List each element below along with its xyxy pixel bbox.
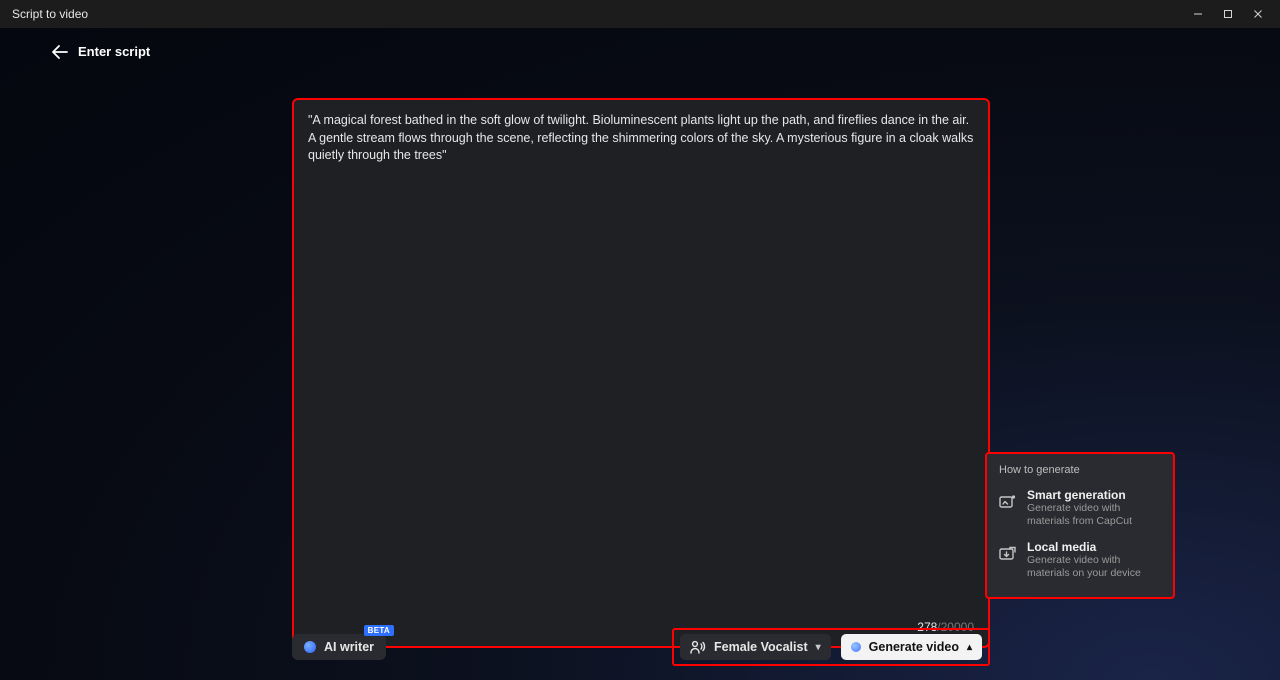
ai-writer-button[interactable]: AI writer BETA [292, 634, 386, 660]
back-label: Enter script [78, 44, 150, 59]
content-area: Enter script "A magical forest bathed in… [0, 28, 1280, 680]
option-local-media[interactable]: Local media Generate video with material… [987, 534, 1173, 586]
chevron-up-icon: ▴ [967, 642, 972, 653]
back-button[interactable]: Enter script [52, 44, 150, 59]
titlebar: Script to video [0, 0, 1280, 28]
close-button[interactable] [1244, 4, 1272, 24]
option-desc: Generate video with materials on your de… [1027, 554, 1161, 580]
beta-badge: BETA [364, 625, 394, 636]
person-voice-icon [690, 640, 706, 654]
ai-writer-label: AI writer [324, 640, 374, 654]
script-textarea[interactable]: "A magical forest bathed in the soft glo… [292, 98, 990, 648]
local-media-icon [999, 540, 1017, 568]
window-title: Script to video [12, 7, 88, 21]
generate-options-popup: How to generate Smart generation Generat… [985, 452, 1175, 599]
smart-generation-icon [999, 488, 1017, 516]
maximize-button[interactable] [1214, 4, 1242, 24]
voice-select[interactable]: Female Vocalist ▾ [680, 634, 831, 660]
arrow-left-icon [52, 45, 68, 59]
sparkle-icon [304, 641, 316, 653]
script-text: "A magical forest bathed in the soft glo… [308, 112, 974, 165]
option-desc: Generate video with materials from CapCu… [1027, 502, 1161, 528]
spark-icon [851, 642, 861, 652]
chevron-down-icon: ▾ [816, 642, 821, 653]
generate-controls: Female Vocalist ▾ Generate video ▴ [672, 628, 990, 666]
minimize-button[interactable] [1184, 4, 1212, 24]
option-smart-generation[interactable]: Smart generation Generate video with mat… [987, 482, 1173, 534]
bottom-toolbar: AI writer BETA Female Vocalist ▾ Generat… [292, 630, 990, 664]
option-label: Local media [1027, 540, 1161, 554]
window-controls [1184, 4, 1272, 24]
voice-label: Female Vocalist [714, 640, 808, 654]
generate-label: Generate video [869, 640, 959, 654]
option-label: Smart generation [1027, 488, 1161, 502]
generate-video-button[interactable]: Generate video ▴ [841, 634, 982, 660]
popup-title: How to generate [987, 464, 1173, 482]
